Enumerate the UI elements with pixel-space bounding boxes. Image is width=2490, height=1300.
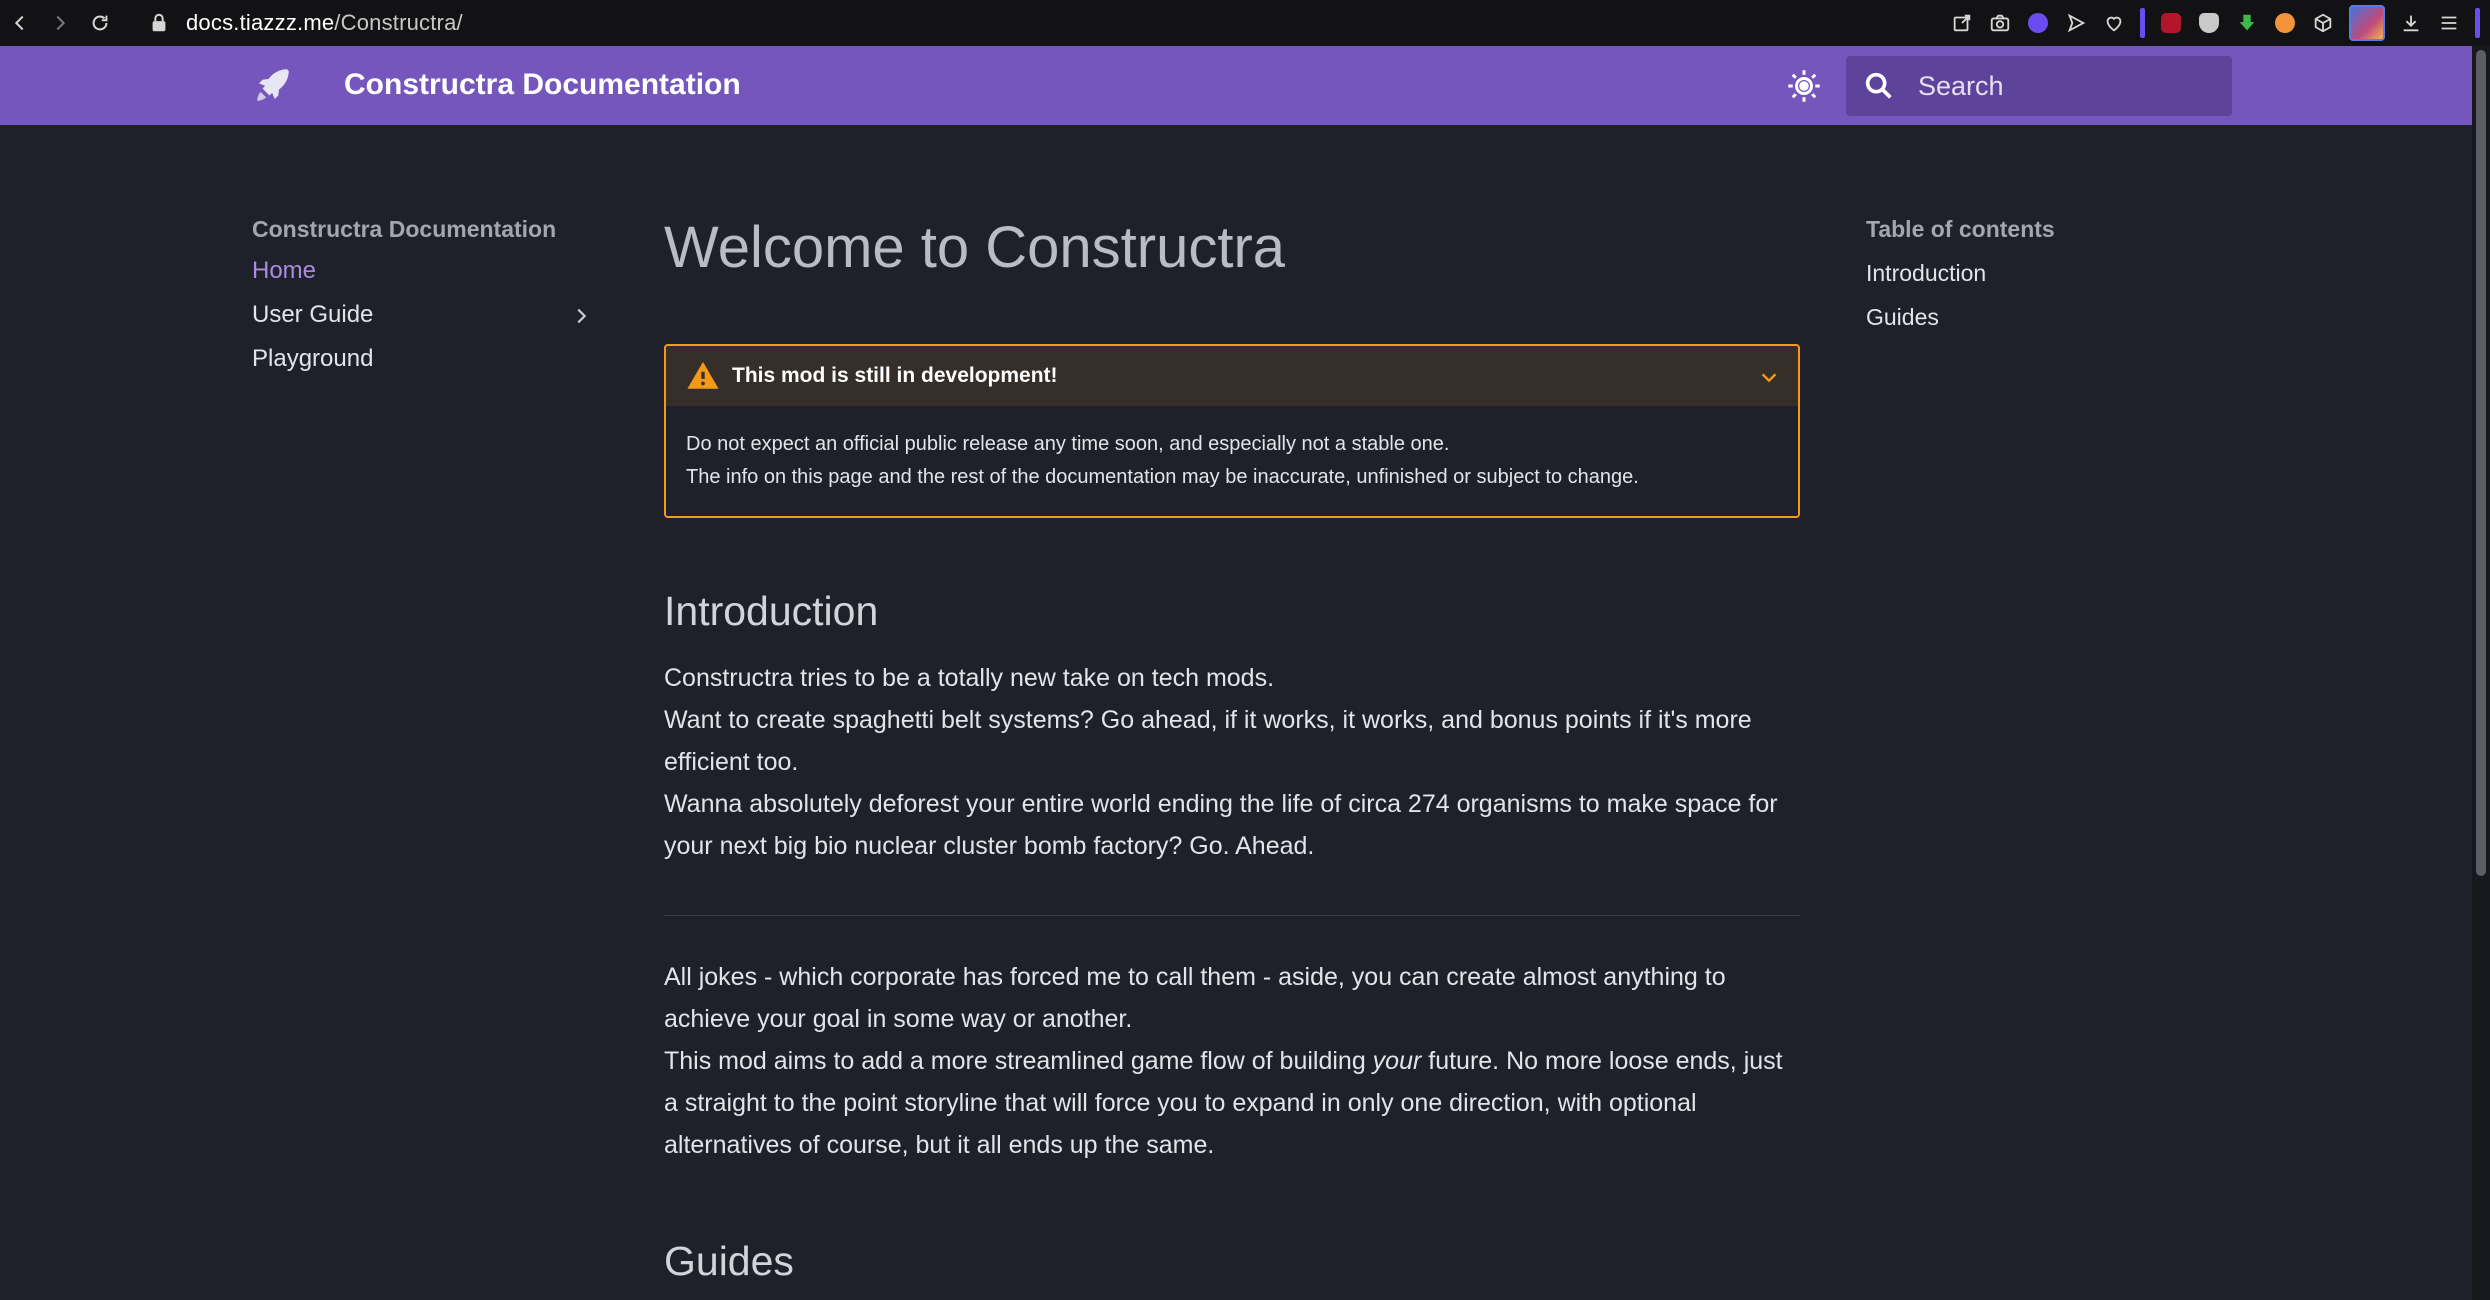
url-path: /Constructra/ [334,10,463,35]
cube-icon[interactable] [2311,11,2335,35]
chevron-right-icon[interactable] [570,305,592,327]
sidebar-item-playground[interactable]: Playground [252,345,592,375]
divider [664,915,1800,916]
toc-heading: Table of contents [1866,216,2055,242]
browser-toolbar: docs.tiazzz.me/Constructra/ [0,0,2490,46]
search-icon [1865,72,1892,99]
warning-admonition: This mod is still in development! Do not… [664,344,1800,518]
page-title: Welcome to Constructra [664,215,1286,280]
address-bar[interactable]: docs.tiazzz.me/Constructra/ [186,10,463,36]
bitcoin-icon[interactable] [2273,11,2297,35]
admonition-body: Do not expect an official public release… [666,406,1798,516]
scrollbar-thumb[interactable] [2476,50,2486,876]
sun-icon[interactable] [1786,68,1822,104]
admonition-line: Do not expect an official public release… [686,433,1450,455]
intro-line: Constructra tries to be a totally new ta… [664,664,1275,692]
ublock-icon[interactable] [2159,11,2183,35]
admonition-title: This mod is still in development! [732,364,1058,387]
shield-check-icon[interactable] [2026,11,2050,35]
table-of-contents: Table of contents Introduction Guides [1866,216,2226,331]
share-icon[interactable] [1950,11,1974,35]
rocket-logo-icon[interactable] [252,64,294,106]
url-host: docs.tiazzz.me [186,10,335,35]
downloads-icon[interactable] [2399,11,2423,35]
extensions-tray [1950,0,2490,46]
section-heading-introduction: Introduction [664,588,879,634]
sidebar-item-user-guide[interactable]: User Guide [252,301,592,331]
jokes-line: All jokes - which corporate has forced m… [664,963,1726,1033]
intro-paragraph: Constructra tries to be a totally new ta… [664,657,1800,867]
sidebar-item-label: User Guide [252,301,374,328]
goals-paragraph: All jokes - which corporate has forced m… [664,956,1800,1166]
download-arrow-icon[interactable] [2235,11,2259,35]
site-title[interactable]: Constructra Documentation [344,68,741,102]
menu-icon[interactable] [2437,11,2461,35]
sidebar-accent [2475,8,2480,38]
aims-line: This mod aims to add a more streamlined … [664,1047,1783,1159]
sidebar-nav: Constructra Documentation Home User Guid… [252,216,592,375]
toc-item-guides[interactable]: Guides [1866,304,2226,331]
intro-line: Want to create spaghetti belt systems? G… [664,706,1752,776]
site-header: Constructra Documentation [0,46,2472,125]
reload-icon[interactable] [80,0,120,46]
lock-icon [152,13,166,32]
intro-line: Wanna absolutely deforest your entire wo… [664,790,1778,860]
search-input[interactable] [1916,69,2200,103]
back-icon[interactable] [0,0,40,46]
aims-emphasis: your [1372,1047,1422,1075]
sidebar-heading: Constructra Documentation [252,216,557,242]
toc-item-introduction[interactable]: Introduction [1866,260,2226,287]
heart-icon[interactable] [2102,11,2126,35]
send-icon[interactable] [2064,11,2088,35]
admonition-line: The info on this page and the rest of th… [686,466,1639,488]
section-heading-guides: Guides [664,1238,794,1284]
main-content: Welcome to Constructra This mod is still… [664,200,1800,1285]
privacy-badger-icon[interactable] [2197,11,2221,35]
profile-avatar[interactable] [2349,5,2385,41]
camera-icon[interactable] [1988,11,2012,35]
sidebar-item-home[interactable]: Home [252,257,592,287]
chevron-down-icon[interactable] [1758,366,1780,388]
aims-text: This mod aims to add a more streamlined … [664,1047,1373,1075]
warning-icon [687,361,719,389]
search-box[interactable] [1846,56,2232,116]
admonition-header[interactable]: This mod is still in development! [666,346,1798,406]
divider [2140,8,2145,38]
forward-icon[interactable] [40,0,80,46]
